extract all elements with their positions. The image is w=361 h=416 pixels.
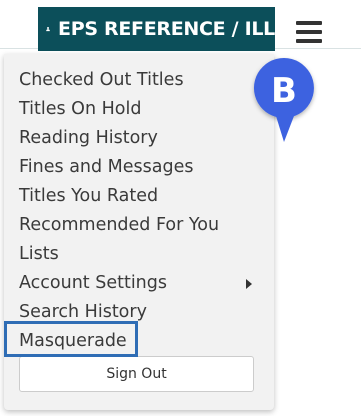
menu-item-lists[interactable]: Lists [4,240,274,269]
account-menu-list: Checked Out Titles Titles On Hold Readin… [4,66,274,356]
annotation-badge: B [240,54,330,146]
menu-item-account-settings[interactable]: Account Settings [4,269,274,298]
menu-item-masquerade[interactable]: Masquerade [4,327,274,356]
menu-item-titles-you-rated[interactable]: Titles You Rated [4,182,274,211]
sign-out-button[interactable]: Sign Out [19,356,254,392]
user-icon [46,26,50,32]
menu-item-checked-out-titles[interactable]: Checked Out Titles [4,66,274,95]
account-name-label: EPS REFERENCE / ILL [58,18,275,40]
hamburger-menu-icon[interactable] [296,21,322,43]
menu-item-titles-on-hold[interactable]: Titles On Hold [4,95,274,124]
account-dropdown-menu: Checked Out Titles Titles On Hold Readin… [4,54,274,410]
menu-item-recommended-for-you[interactable]: Recommended For You [4,211,274,240]
caret-right-icon [246,279,252,289]
account-menu-button[interactable]: EPS REFERENCE / ILL [38,7,275,51]
menu-item-search-history[interactable]: Search History [4,298,274,327]
menu-item-account-settings-label: Account Settings [19,273,167,293]
annotation-badge-letter: B [271,71,297,111]
menu-item-reading-history[interactable]: Reading History [4,124,274,153]
menu-item-fines-and-messages[interactable]: Fines and Messages [4,153,274,182]
